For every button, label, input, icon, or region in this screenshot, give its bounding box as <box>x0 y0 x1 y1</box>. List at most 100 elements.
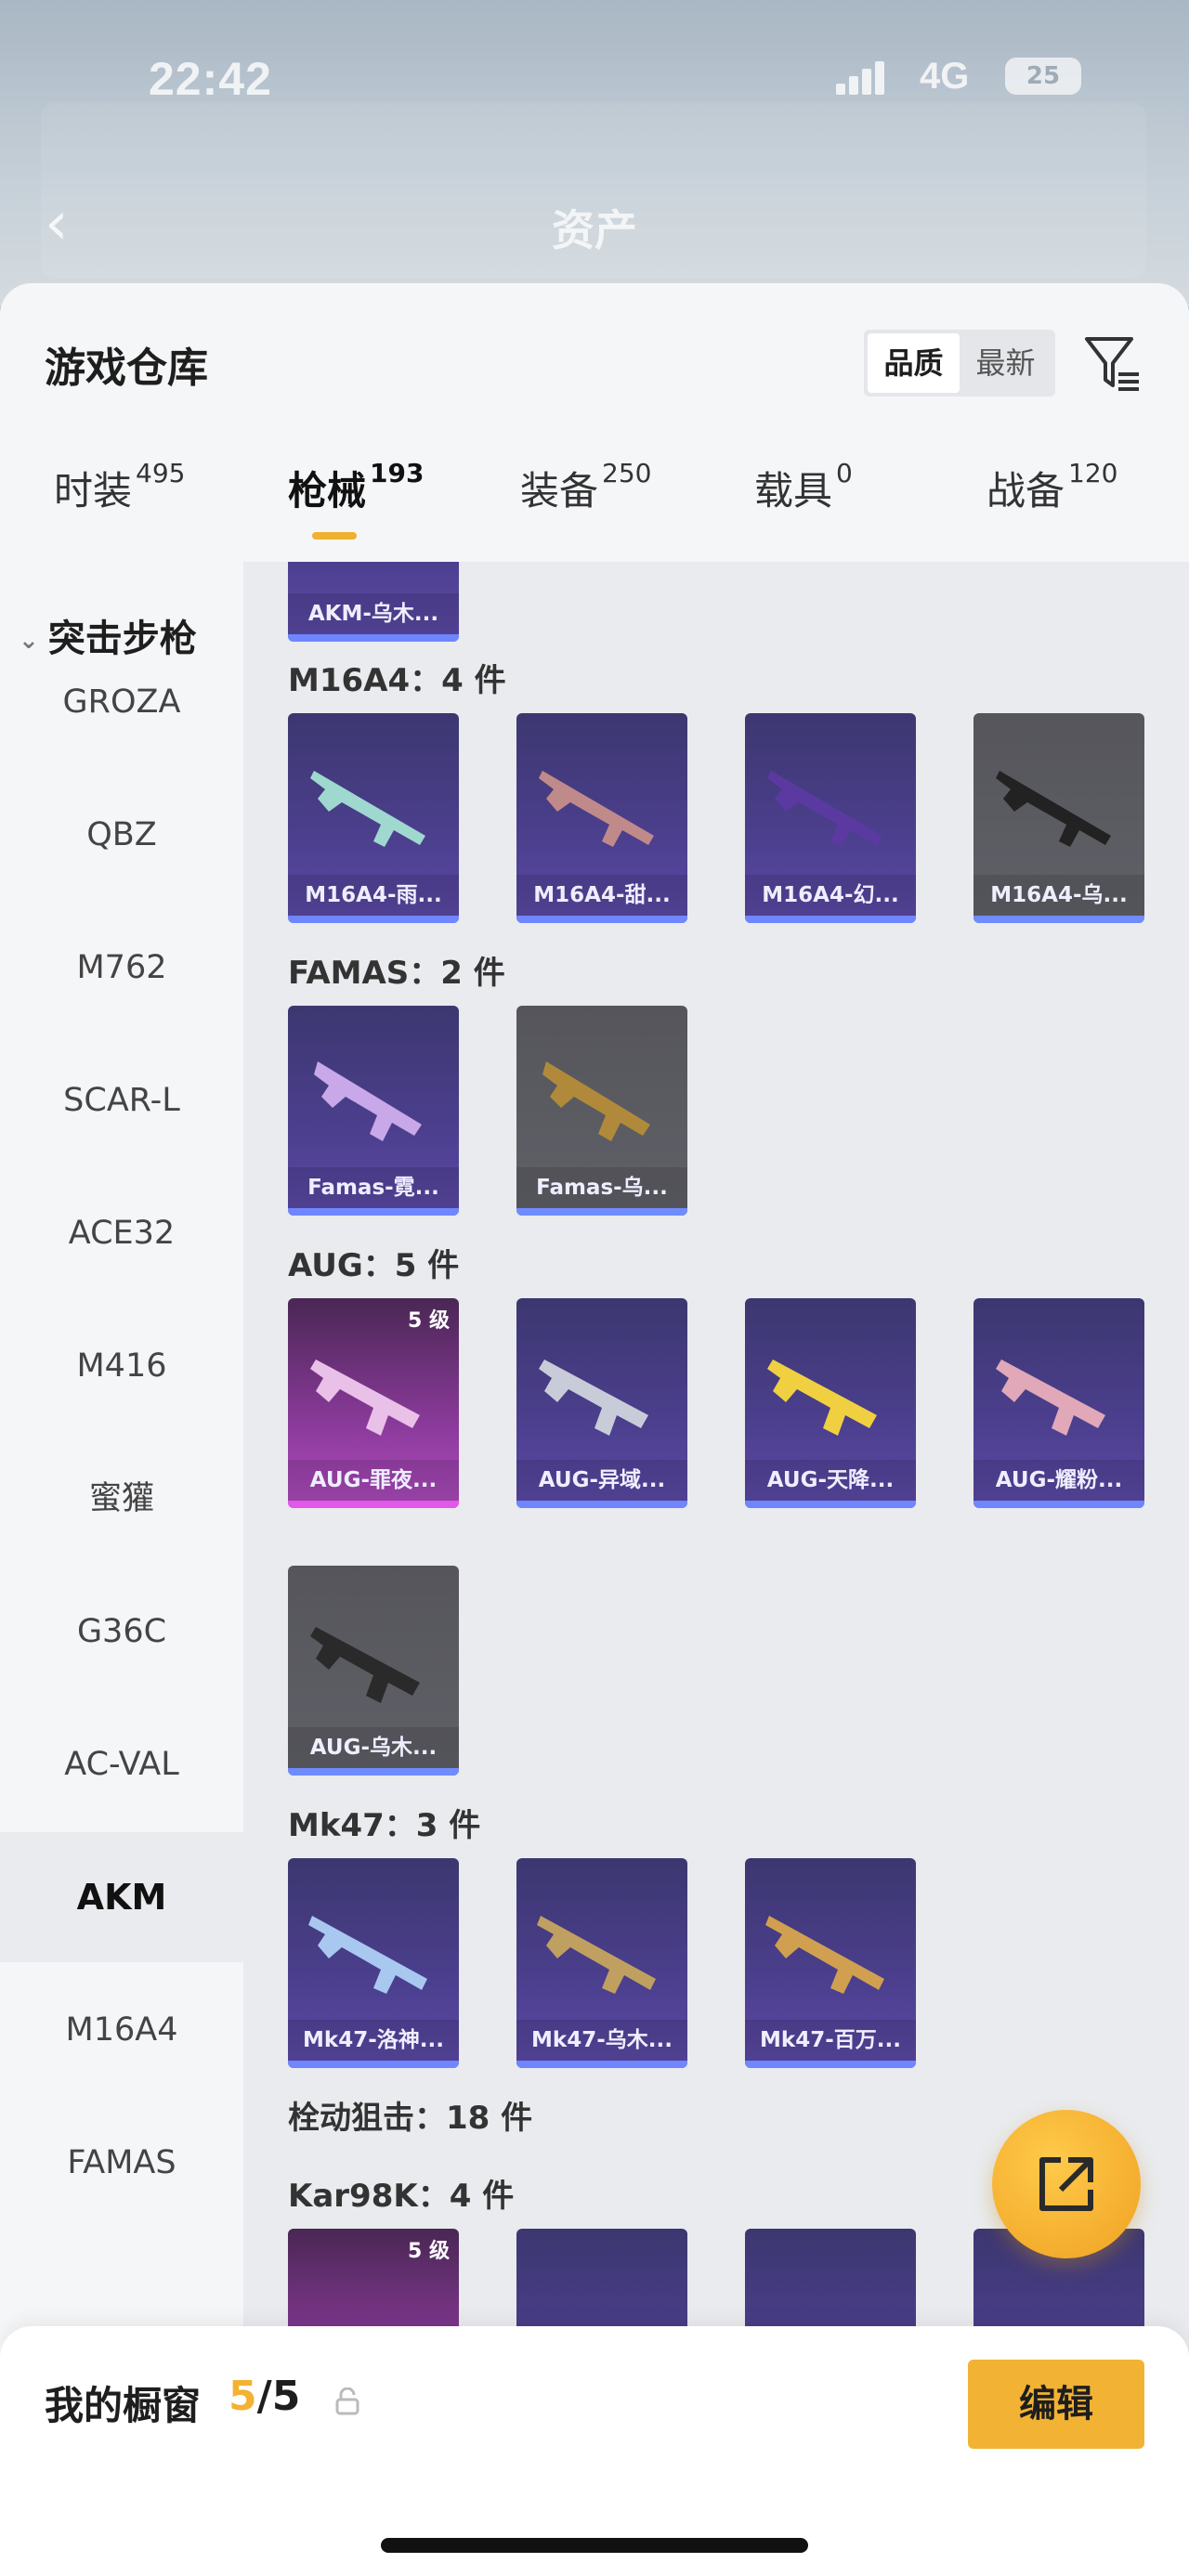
weapon-name: AUG-耀粉... <box>973 1460 1144 1501</box>
share-icon <box>1039 2157 1093 2211</box>
nav-title: 资产 <box>552 205 637 255</box>
tab-label: 时装 <box>54 468 133 514</box>
filter-icon[interactable] <box>1079 330 1144 397</box>
rarity-bar <box>516 2061 687 2068</box>
weapon-name: AUG-罪夜... <box>288 1460 459 1501</box>
edit-button[interactable]: 编辑 <box>968 2360 1144 2449</box>
weapon-card[interactable]: AUG-天降... <box>745 1298 916 1508</box>
page-title: 游戏仓库 <box>45 345 208 392</box>
active-tab-indicator <box>312 532 357 540</box>
section-m16a4: M16A4：4 件 <box>288 662 506 699</box>
rarity-bar <box>516 916 687 923</box>
tab-vehicles[interactable]: 载具 0 <box>754 458 853 553</box>
sidebar-item-famas[interactable]: FAMAS <box>0 2098 243 2228</box>
lock-icon <box>335 2387 359 2415</box>
sidebar-item-akm[interactable]: AKM <box>0 1832 243 1962</box>
sidebar-item-scar-l[interactable]: SCAR-L <box>0 1035 243 1165</box>
tab-firearms[interactable]: 枪械 193 <box>288 458 425 553</box>
tab-label: 装备 <box>520 468 599 514</box>
rifle-icon <box>539 1360 648 1436</box>
sheet-header: 游戏仓库 品质 最新 时装 495 枪械 193 装备 250 载具 0 战备 … <box>0 283 1189 562</box>
sidebar-item-qbz[interactable]: QBZ <box>0 770 243 900</box>
weapon-name: AUG-异域... <box>516 1460 687 1501</box>
tab-label: 战备 <box>986 468 1065 514</box>
sidebar-item-g36c[interactable]: G36C <box>0 1567 243 1697</box>
weapon-card[interactable]: M16A4-雨... <box>288 713 459 923</box>
rifle-icon <box>314 1061 422 1141</box>
weapon-name: Mk47-洛神... <box>288 2020 459 2061</box>
nav-bar: ‹ 资产 <box>0 176 1189 269</box>
weapon-card[interactable]: M16A4-乌... <box>973 713 1144 923</box>
rarity-bar <box>516 1208 687 1216</box>
sidebar-item-m16a4[interactable]: M16A4 <box>0 1965 243 2095</box>
weapon-grid: AKM-乌木... M16A4：4 件 M16A4-雨... M16A4-甜..… <box>243 562 1189 2576</box>
rifle-icon <box>310 1627 420 1703</box>
category-tabs: 时装 495 枪械 193 装备 250 载具 0 战备 120 <box>0 458 1189 562</box>
sidebar-item-honey-badger[interactable]: 蜜獾 <box>0 1434 243 1564</box>
weapon-card[interactable]: M16A4-幻... <box>745 713 916 923</box>
weapon-name: M16A4-甜... <box>516 875 687 916</box>
rifle-icon <box>765 1916 884 1994</box>
weapon-card[interactable]: Mk47-洛神... <box>288 1858 459 2068</box>
weapon-name: Famas-乌... <box>516 1167 687 1208</box>
weapon-name: Mk47-乌木... <box>516 2020 687 2061</box>
section-bolt-action-snipers: 栓动狙击：18 件 <box>288 2100 533 2137</box>
weapon-card[interactable]: Mk47-乌木... <box>516 1858 687 2068</box>
weapon-card[interactable]: Famas-霓... <box>288 1006 459 1216</box>
sort-newest-button[interactable]: 最新 <box>960 333 1052 393</box>
weapon-card[interactable]: AUG-乌木... <box>288 1566 459 1776</box>
rarity-bar <box>288 2061 459 2068</box>
tab-count: 120 <box>1068 458 1118 488</box>
sidebar-item-m762[interactable]: M762 <box>0 903 243 1033</box>
weapon-card[interactable]: 5 级 AUG-罪夜... <box>288 1298 459 1508</box>
weapon-name: M16A4-乌... <box>973 875 1144 916</box>
weapon-name: AUG-乌木... <box>288 1727 459 1768</box>
showcase-total: /5 <box>256 2373 301 2420</box>
tab-count: 193 <box>370 458 425 488</box>
rarity-bar <box>288 1208 459 1216</box>
rifle-icon <box>767 1360 877 1436</box>
showcase-count: 5/5 <box>229 2373 300 2420</box>
share-button[interactable] <box>992 2110 1141 2258</box>
tab-label: 枪械 <box>288 468 367 514</box>
sidebar-item-groza[interactable]: GROZA <box>0 637 243 767</box>
tab-equipment[interactable]: 装备 250 <box>520 458 652 553</box>
weapon-card[interactable]: AUG-异域... <box>516 1298 687 1508</box>
rifle-icon <box>996 771 1111 847</box>
sort-quality-button[interactable]: 品质 <box>868 333 960 393</box>
rifle-icon <box>542 1061 650 1141</box>
status-time: 22:42 <box>149 53 272 105</box>
weapon-name: Mk47-百万... <box>745 2020 916 2061</box>
tab-combat-gear[interactable]: 战备 120 <box>986 458 1118 553</box>
battery-icon: 25 <box>1005 58 1081 95</box>
signal-icon <box>836 61 892 95</box>
rarity-bar <box>288 916 459 923</box>
sidebar-item-ac-val[interactable]: AC-VAL <box>0 1699 243 1829</box>
sidebar-item-m416[interactable]: M416 <box>0 1301 243 1431</box>
rarity-bar <box>288 634 459 642</box>
weapon-name: M16A4-幻... <box>745 875 916 916</box>
sidebar-item-ace32[interactable]: ACE32 <box>0 1168 243 1298</box>
weapon-card[interactable]: AUG-耀粉... <box>973 1298 1144 1508</box>
tab-count: 495 <box>136 458 186 488</box>
tab-fashion[interactable]: 时装 495 <box>54 458 186 553</box>
weapon-card[interactable]: M16A4-甜... <box>516 713 687 923</box>
weapon-name: Famas-霓... <box>288 1167 459 1208</box>
showcase-label: 我的橱窗 <box>45 2383 202 2428</box>
weapon-card[interactable]: Famas-乌... <box>516 1006 687 1216</box>
home-indicator <box>381 2538 808 2553</box>
weapon-type-menu: ⌄ 突击步枪 GROZA QBZ M762 SCAR-L ACE32 M416 蜜… <box>0 562 243 2576</box>
showcase-current: 5 <box>229 2373 257 2420</box>
tab-count: 250 <box>602 458 652 488</box>
weapon-card[interactable]: AKM-乌木... <box>288 562 459 642</box>
status-bar: 22:42 4G 25 <box>0 37 1189 121</box>
tab-count: 0 <box>836 458 853 488</box>
tab-label: 载具 <box>754 468 833 514</box>
weapon-name: M16A4-雨... <box>288 875 459 916</box>
weapon-card[interactable]: Mk47-百万... <box>745 1858 916 2068</box>
rifle-icon <box>996 1360 1105 1436</box>
section-aug: AUG：5 件 <box>288 1247 460 1284</box>
sort-toggle: 品质 最新 <box>864 330 1055 397</box>
rifle-icon <box>308 1916 427 1994</box>
section-kar98k: Kar98K：4 件 <box>288 2178 515 2215</box>
